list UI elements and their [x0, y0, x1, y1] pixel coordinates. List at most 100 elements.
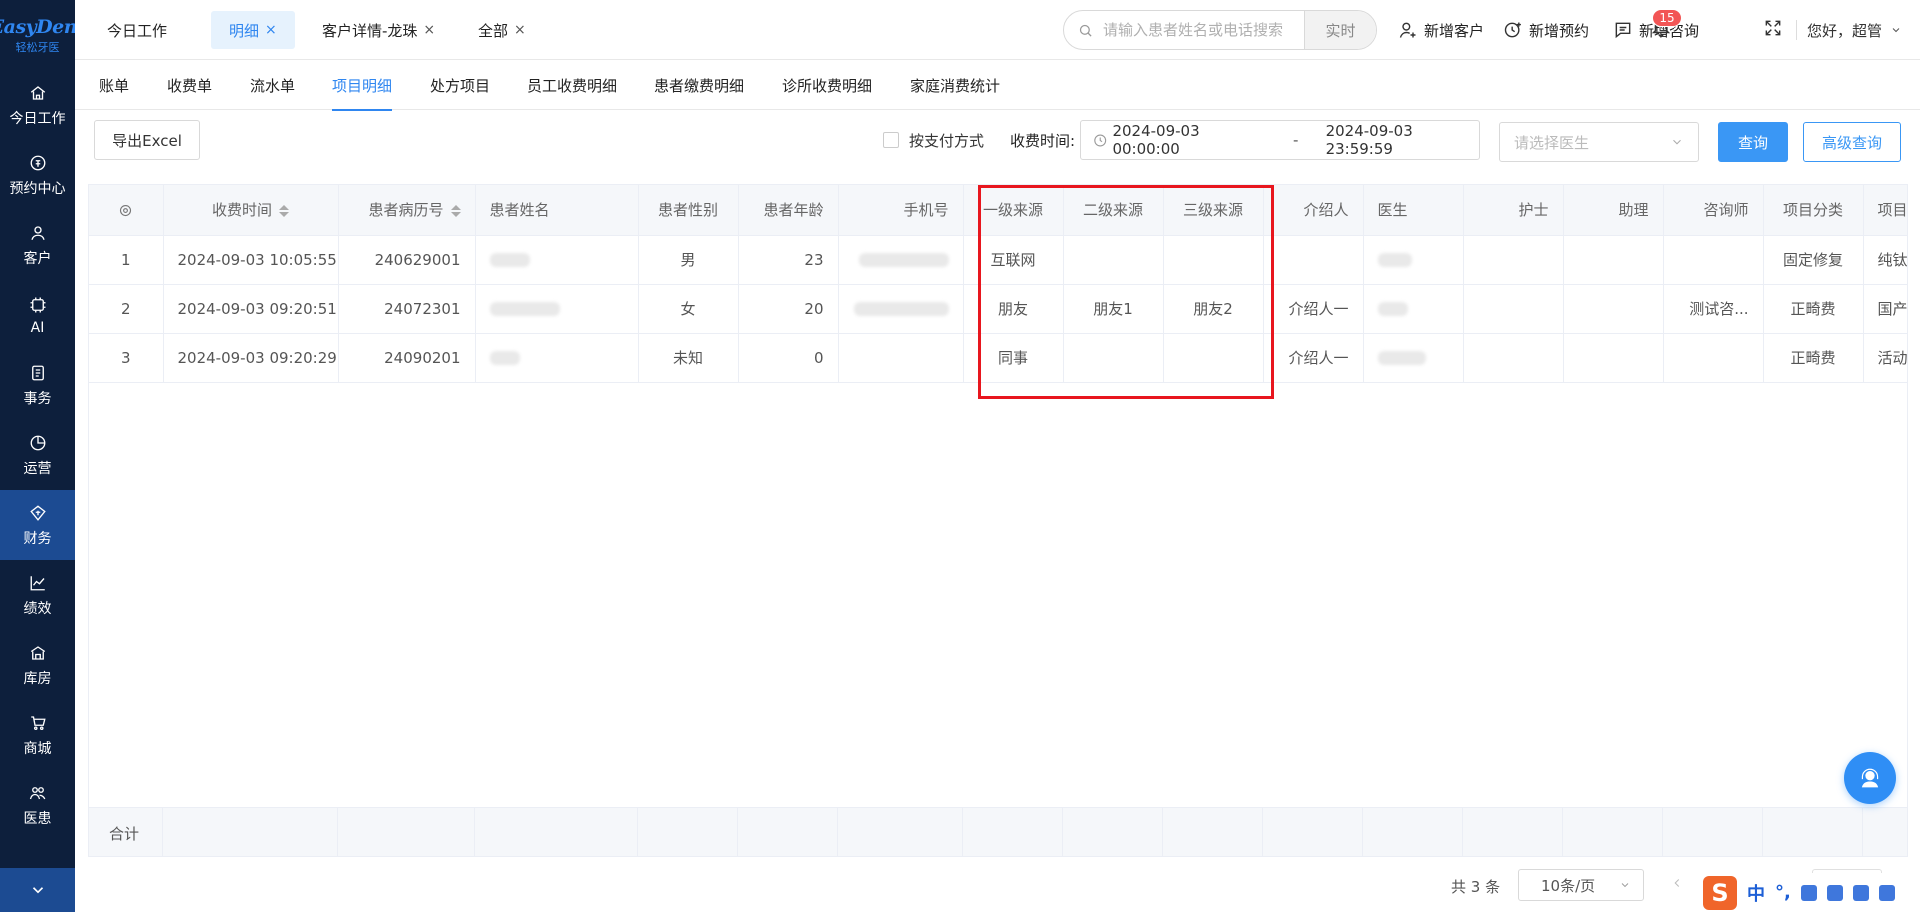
sidebar: EasyDent 轻松牙医 今日工作 预约中心 客户 AI 事务 运营 财务 绩…: [0, 0, 86, 912]
total-cell: [1763, 808, 1863, 856]
cell-source-1: 互联网: [963, 235, 1064, 285]
subtab-staff-charge[interactable]: 员工收费明细: [527, 60, 617, 110]
keyboard-icon[interactable]: [1826, 884, 1843, 901]
task-icon: [27, 362, 49, 384]
tab-today-work[interactable]: 今日工作: [89, 11, 185, 49]
chevron-down-icon: [1673, 139, 1681, 145]
subtab-bill[interactable]: 账单: [99, 60, 129, 110]
nav-item-operation[interactable]: 运营: [0, 420, 75, 490]
microphone-icon[interactable]: [1800, 884, 1817, 901]
tab-customer-detail[interactable]: 客户详情-龙珠 ×: [304, 11, 453, 49]
subtab-patient-payment[interactable]: 患者缴费明细: [654, 60, 744, 110]
table-row[interactable]: 1 2024-09-03 10:05:55 240629001 男 23 互联网…: [89, 235, 1907, 285]
cell-referrer: 介绍人一: [1263, 284, 1364, 334]
add-customer-button[interactable]: 新增客户: [1398, 16, 1484, 44]
add-clock-icon: [1504, 22, 1521, 38]
subtab-charge-form[interactable]: 收费单: [167, 60, 212, 110]
warehouse-icon: [27, 642, 49, 664]
redacted-name: [489, 302, 560, 316]
nav-item-ai[interactable]: AI: [0, 280, 75, 350]
nav-item-performance[interactable]: 绩效: [0, 560, 75, 630]
clock-icon: [1094, 134, 1107, 146]
fullscreen-button[interactable]: [1763, 18, 1783, 38]
subtab-item-detail[interactable]: 项目明细: [332, 60, 393, 111]
cell-phone: [838, 235, 964, 285]
date-range-picker[interactable]: 2024-09-03 00:00:00 - 2024-09-03 23:59:5…: [1080, 120, 1480, 160]
header-record-no[interactable]: 患者病历号: [338, 185, 476, 236]
nav-item-appointment[interactable]: 预约中心: [0, 140, 75, 210]
tab-label: 明细: [229, 21, 260, 40]
ime-toolbar: S 中 °,: [1697, 873, 1920, 912]
start-time[interactable]: 2024-09-03 00:00:00: [1112, 122, 1265, 158]
header-age: 患者年龄: [738, 185, 839, 236]
table-row[interactable]: 2 2024-09-03 09:20:51 24072301 女 20 朋友 朋…: [89, 284, 1907, 334]
total-cell: [1663, 808, 1763, 856]
nav-item-mall[interactable]: 商城: [0, 700, 75, 770]
tab-all[interactable]: 全部 ×: [460, 11, 544, 49]
add-appointment-button[interactable]: 新增预约: [1503, 16, 1589, 44]
nav-item-finance[interactable]: 财务: [0, 490, 75, 560]
nav-label: 今日工作: [9, 111, 66, 127]
table-row[interactable]: 3 2024-09-03 09:20:29 24090201 未知 0 同事 介…: [89, 333, 1907, 383]
cell-age: 0: [738, 333, 839, 383]
subtab-family-consumption[interactable]: 家庭消费统计: [910, 60, 1000, 110]
doctor-select[interactable]: 请选择医生: [1499, 122, 1699, 162]
ime-language[interactable]: 中: [1747, 880, 1765, 906]
column-settings[interactable]: [89, 185, 164, 236]
range-separator: -: [1293, 131, 1299, 149]
nav-item-doctor-patient[interactable]: 医患: [0, 770, 75, 840]
tab-detail[interactable]: 明细 ×: [211, 11, 295, 49]
nav-item-task[interactable]: 事务: [0, 350, 75, 420]
ime-punctuation[interactable]: °,: [1775, 882, 1791, 903]
cell-consultant: [1663, 235, 1764, 285]
page-size-select[interactable]: 10条/页: [1518, 869, 1644, 901]
advanced-query-button[interactable]: 高级查询: [1803, 122, 1901, 162]
ai-icon: [27, 294, 49, 316]
close-icon[interactable]: ×: [514, 22, 526, 38]
patient-search: 实时: [1063, 10, 1377, 50]
subtab-flow[interactable]: 流水单: [250, 60, 295, 110]
subtab-clinic-charge[interactable]: 诊所收费明细: [782, 60, 872, 110]
cell-doctor: [1363, 284, 1464, 334]
header-source-2: 二级来源: [1063, 185, 1164, 236]
greeting-text: 您好，超管: [1807, 21, 1883, 40]
menu-grid-icon[interactable]: [1878, 884, 1895, 901]
query-button[interactable]: 查询: [1718, 122, 1788, 162]
nav-item-today[interactable]: 今日工作: [0, 70, 75, 140]
total-cell: [1463, 808, 1563, 856]
subtab-prescription[interactable]: 处方项目: [430, 60, 490, 110]
prev-page-button[interactable]: [1670, 876, 1684, 892]
customer-service-button[interactable]: [1844, 752, 1896, 804]
cell-source-2: [1063, 235, 1164, 285]
sort-icon[interactable]: [279, 204, 289, 217]
logo[interactable]: EasyDent 轻松牙医: [0, 0, 86, 70]
ime-logo[interactable]: S: [1703, 875, 1737, 910]
end-time[interactable]: 2024-09-03 23:59:59: [1326, 122, 1479, 158]
search-input[interactable]: [1101, 20, 1301, 40]
payment-method-label: 按支付方式: [909, 131, 985, 150]
chevron-left-icon: [1674, 879, 1680, 887]
close-icon[interactable]: ×: [423, 22, 435, 38]
cell-source-2: 朋友1: [1063, 284, 1164, 334]
user-menu[interactable]: 您好，超管: [1807, 16, 1902, 44]
sort-icon[interactable]: [450, 204, 461, 217]
cell-gender: 未知: [638, 333, 739, 383]
export-excel-button[interactable]: 导出Excel: [94, 120, 200, 160]
close-icon[interactable]: ×: [265, 22, 277, 38]
nav-item-warehouse[interactable]: 库房: [0, 630, 75, 700]
table-header-row: 收费时间 患者病历号 患者姓名 患者性别 患者年龄 手机号 一级来源 二级来源 …: [89, 185, 1907, 236]
cell-age: 20: [738, 284, 839, 334]
cell-nurse: [1463, 333, 1564, 383]
redacted-doctor: [1377, 253, 1412, 267]
header-charge-time[interactable]: 收费时间: [163, 185, 339, 236]
realtime-search-button[interactable]: 实时: [1304, 11, 1376, 49]
skin-icon[interactable]: [1852, 884, 1869, 901]
total-cell: [163, 808, 338, 856]
payment-method-toggle[interactable]: 按支付方式: [883, 130, 984, 150]
nav-item-customer[interactable]: 客户: [0, 210, 75, 280]
sidebar-collapse-button[interactable]: [0, 868, 75, 912]
payment-method-checkbox[interactable]: [883, 132, 899, 148]
add-customer-label: 新增客户: [1424, 21, 1485, 40]
nav-label: 商城: [23, 741, 52, 757]
top-bar: 今日工作 明细 × 客户详情-龙珠 × 全部 × 实时 新增客户 新增预约 新增…: [75, 0, 1920, 60]
